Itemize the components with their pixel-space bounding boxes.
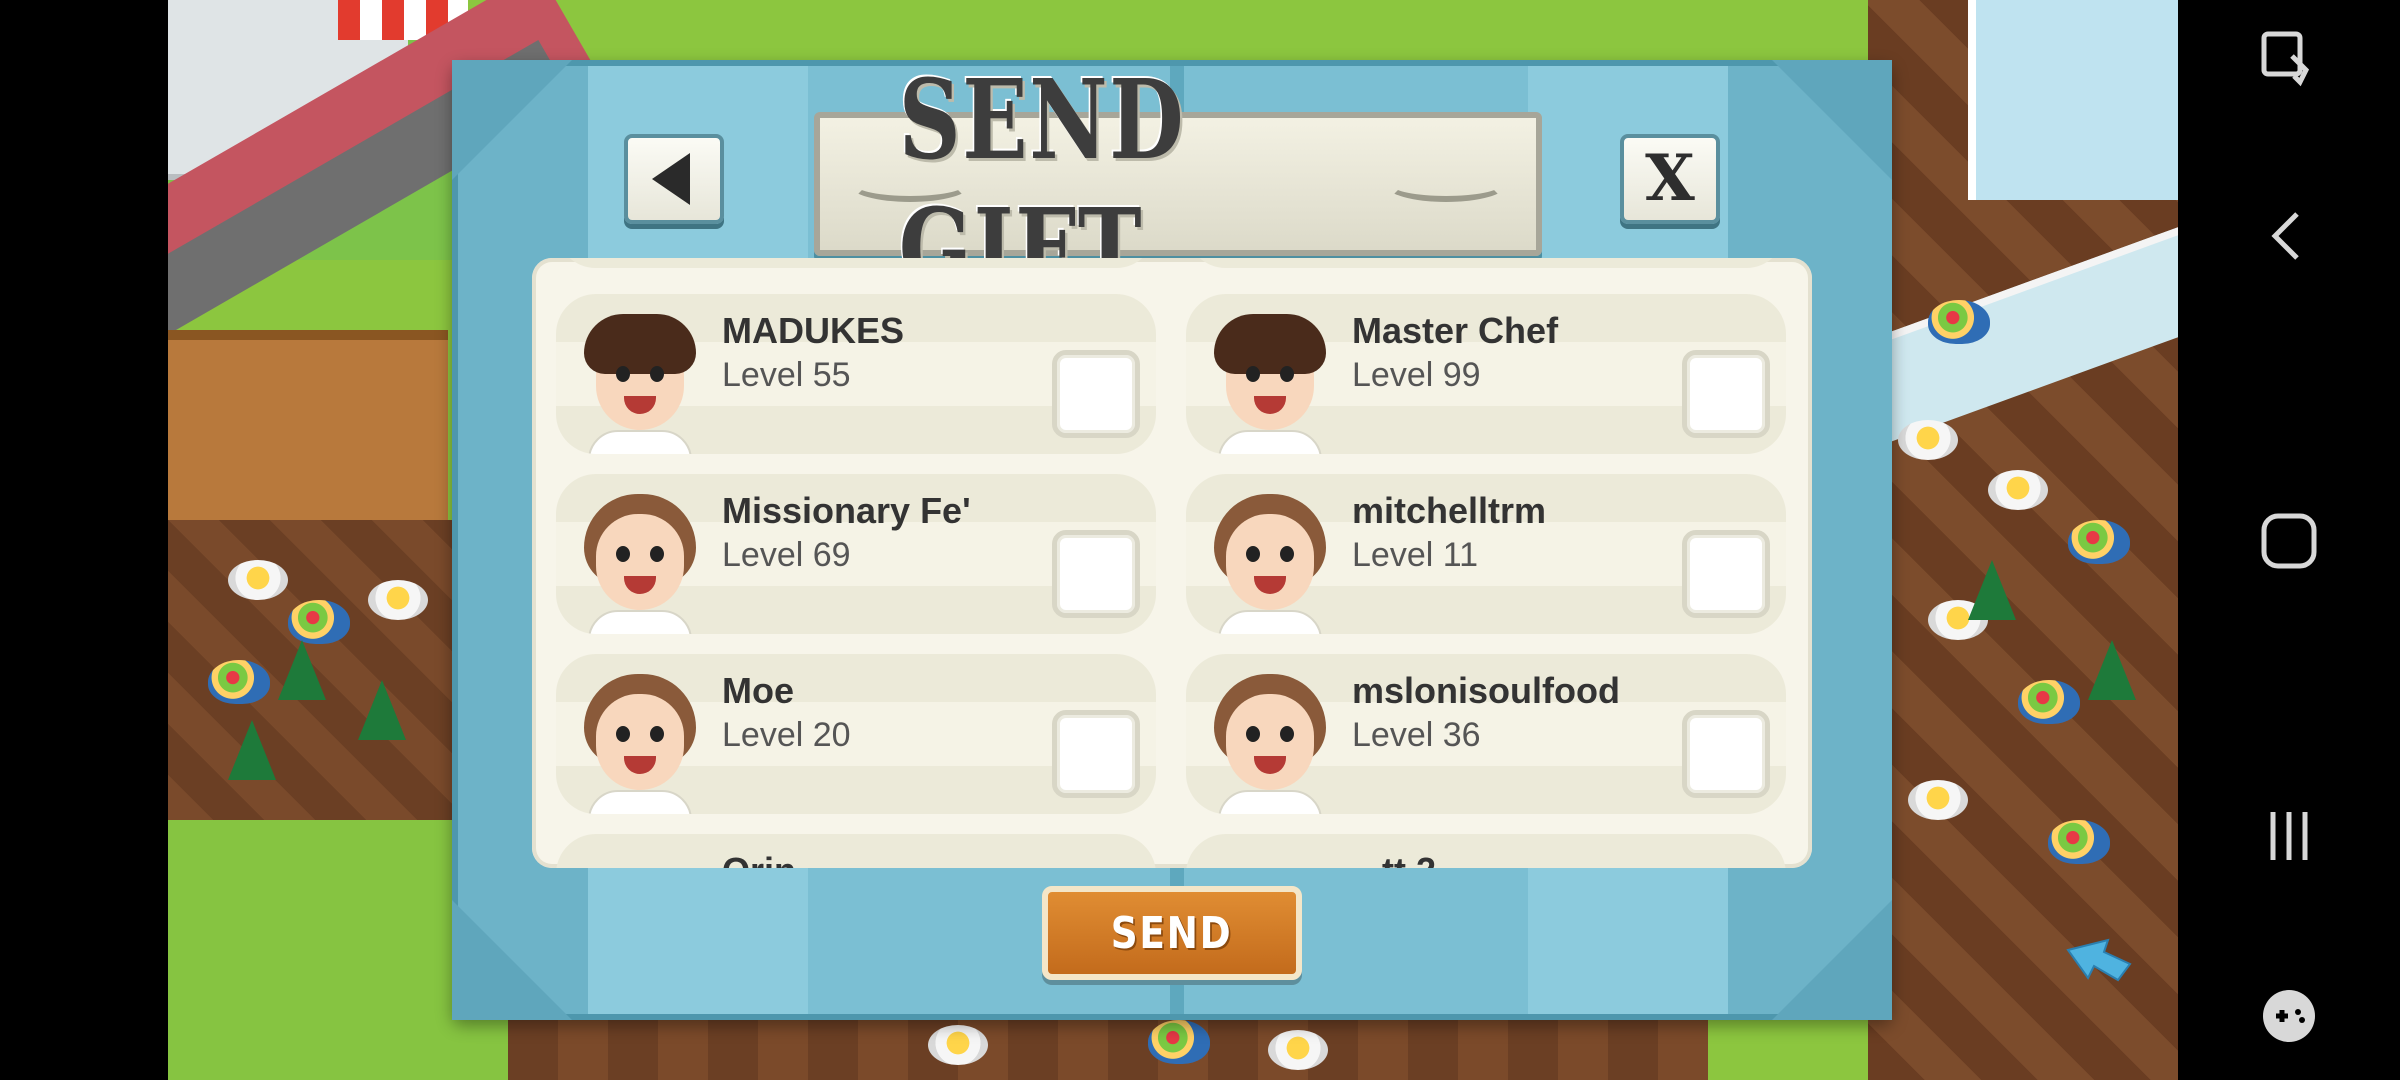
tree-icon <box>1968 560 2016 620</box>
friend-name-partial: Orin... <box>722 850 826 868</box>
nav-recents-icon[interactable] <box>2178 806 2400 866</box>
nav-home-icon[interactable] <box>2178 506 2400 576</box>
tree-icon <box>278 640 326 700</box>
friend-card[interactable]: Moe Level 20 <box>556 654 1156 814</box>
system-nav-bar <box>2178 0 2400 1080</box>
salad-bowl-icon <box>1148 1020 1210 1064</box>
title-plate: SEND GIFT <box>814 55 1542 313</box>
send-button-label: SEND <box>1111 907 1233 959</box>
tree-icon <box>2088 640 2136 700</box>
friend-level: Level 20 <box>722 716 851 754</box>
friend-name: Moe <box>722 670 794 711</box>
friends-list[interactable]: MADUKES Level 55 Master Chef Level 99 Mi… <box>532 258 1812 868</box>
friend-card[interactable]: Master Chef Level 99 <box>1186 294 1786 454</box>
close-x-icon: X <box>1645 141 1695 216</box>
friend-select-checkbox[interactable] <box>1052 530 1140 618</box>
close-button[interactable]: X <box>1620 134 1720 224</box>
food-plate-icon <box>1268 1030 1328 1070</box>
send-gift-dialog: SEND GIFT X MADUKES Level 55 Master Chef… <box>452 55 1892 1020</box>
food-plate-icon <box>1898 420 1958 460</box>
friend-card-partial <box>1186 258 1786 268</box>
food-plate-icon <box>1908 780 1968 820</box>
friend-name: Missionary Fe' <box>722 490 971 531</box>
food-plate-icon <box>928 1025 988 1065</box>
back-button[interactable] <box>624 134 724 224</box>
tree-icon <box>228 720 276 780</box>
friend-name-partial: ...tt 2... <box>1352 850 1466 868</box>
restaurant-window <box>1968 0 2178 200</box>
expand-arrow-icon[interactable] <box>2058 930 2138 990</box>
swirl-ornament-icon <box>1386 168 1506 202</box>
food-plate-icon <box>368 580 428 620</box>
chef-avatar <box>578 674 702 814</box>
friend-name: mslonisoulfood <box>1352 670 1620 711</box>
friend-level: Level 11 <box>1352 536 1479 574</box>
chef-avatar <box>1208 314 1332 454</box>
tree-icon <box>358 680 406 740</box>
salad-bowl-icon <box>2048 820 2110 864</box>
friend-select-checkbox[interactable] <box>1682 710 1770 798</box>
salad-bowl-icon <box>1928 300 1990 344</box>
friend-name: Master Chef <box>1352 310 1559 351</box>
friend-select-checkbox[interactable] <box>1052 350 1140 438</box>
friend-level: Level 36 <box>1352 716 1481 754</box>
chef-avatar <box>578 314 702 454</box>
friend-card[interactable]: mitchelltrm Level 11 <box>1186 474 1786 634</box>
game-controller-icon[interactable] <box>2178 986 2400 1046</box>
friend-name: mitchelltrm <box>1352 490 1547 531</box>
screen-pin-icon[interactable] <box>2178 26 2400 96</box>
salad-bowl-icon <box>2068 520 2130 564</box>
friend-select-checkbox[interactable] <box>1682 350 1770 438</box>
send-button[interactable]: SEND <box>1042 886 1302 980</box>
friend-card-partial: Orin... <box>556 834 1156 868</box>
food-plate-icon <box>228 560 288 600</box>
friend-card[interactable]: MADUKES Level 55 <box>556 294 1156 454</box>
friend-select-checkbox[interactable] <box>1682 530 1770 618</box>
salad-bowl-icon <box>208 660 270 704</box>
friend-level: Level 69 <box>722 536 851 574</box>
restaurant-floor-bottom <box>508 1010 1708 1080</box>
friend-card-partial <box>556 258 1156 268</box>
chef-avatar <box>578 494 702 634</box>
salad-bowl-icon <box>288 600 350 644</box>
friend-level: Level 99 <box>1352 356 1481 394</box>
back-arrow-icon <box>652 153 690 205</box>
friend-level: Level 55 <box>722 356 851 394</box>
friend-name: MADUKES <box>722 310 905 351</box>
friend-select-checkbox[interactable] <box>1052 710 1140 798</box>
friend-card[interactable]: mslonisoulfood Level 36 <box>1186 654 1786 814</box>
chef-avatar <box>1208 494 1332 634</box>
nav-back-icon[interactable] <box>2178 206 2400 266</box>
chef-avatar <box>1208 674 1332 814</box>
friend-card-partial: ...tt 2... <box>1186 834 1786 868</box>
friend-card[interactable]: Missionary Fe' Level 69 <box>556 474 1156 634</box>
food-plate-icon <box>1988 470 2048 510</box>
salad-bowl-icon <box>2018 680 2080 724</box>
